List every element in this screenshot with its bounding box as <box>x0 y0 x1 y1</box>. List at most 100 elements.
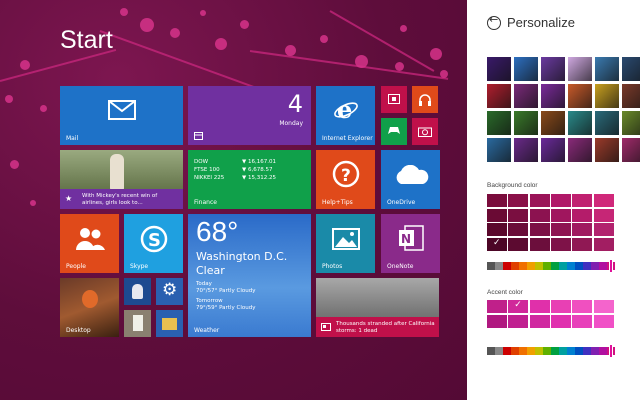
pattern-option[interactable] <box>622 111 640 135</box>
pattern-option[interactable] <box>487 57 511 81</box>
tile-music[interactable] <box>412 86 438 113</box>
color-swatch[interactable] <box>487 223 507 236</box>
color-swatch[interactable] <box>529 314 550 328</box>
color-swatch[interactable] <box>593 300 614 313</box>
tile-news[interactable]: Thousands stranded after California stor… <box>316 278 439 337</box>
tile-skype[interactable]: S Skype <box>124 214 183 273</box>
tile-folder[interactable] <box>156 310 183 337</box>
color-swatch[interactable] <box>550 300 571 313</box>
hue-segment[interactable] <box>599 262 607 270</box>
color-swatch[interactable] <box>550 237 571 251</box>
hue-segment[interactable] <box>503 347 511 355</box>
color-swatch[interactable] <box>487 208 507 222</box>
pattern-option[interactable] <box>622 57 640 81</box>
pattern-option[interactable] <box>487 111 511 135</box>
pattern-option[interactable] <box>541 111 565 135</box>
hue-segment[interactable] <box>503 262 511 270</box>
color-swatch[interactable] <box>572 223 593 236</box>
hue-segment[interactable] <box>551 262 559 270</box>
pattern-option[interactable] <box>541 138 565 162</box>
pattern-option[interactable] <box>514 57 538 81</box>
tile-finance[interactable]: DOW ▼ 16,167.01 FTSE 100 ▼ 6,678.57 NIKK… <box>188 150 311 209</box>
tile-store-account[interactable] <box>124 278 151 305</box>
pattern-option[interactable] <box>541 84 565 108</box>
color-swatch[interactable] <box>593 237 614 251</box>
color-swatch[interactable] <box>529 208 550 222</box>
pattern-option[interactable] <box>622 84 640 108</box>
hue-segment[interactable] <box>567 262 575 270</box>
tile-camera[interactable] <box>412 118 438 145</box>
color-swatch[interactable] <box>529 194 550 207</box>
tile-settings[interactable]: ⚙ <box>156 278 183 305</box>
tile-news-sports[interactable]: ★ With Mickey's recent win of airlines, … <box>60 150 183 209</box>
color-swatch[interactable] <box>572 208 593 222</box>
hue-segment[interactable] <box>535 347 543 355</box>
color-swatch[interactable] <box>572 237 593 251</box>
pattern-option[interactable] <box>595 84 619 108</box>
color-swatch[interactable] <box>508 223 529 236</box>
hue-segment[interactable] <box>511 347 519 355</box>
pattern-option[interactable] <box>595 111 619 135</box>
pattern-option[interactable] <box>487 84 511 108</box>
color-swatch[interactable] <box>529 237 550 251</box>
color-swatch[interactable] <box>487 300 507 313</box>
hue-segment[interactable] <box>575 262 583 270</box>
color-swatch[interactable] <box>593 194 614 207</box>
tile-games[interactable] <box>381 118 407 145</box>
hue-segment[interactable] <box>495 347 503 355</box>
hue-segment[interactable] <box>575 347 583 355</box>
hue-slider-thumb[interactable] <box>609 344 613 358</box>
tile-onedrive[interactable]: OneDrive <box>381 150 440 209</box>
color-swatch[interactable] <box>508 208 529 222</box>
tile-internet-explorer[interactable]: e Internet Explorer <box>316 86 375 145</box>
color-swatch[interactable] <box>550 208 571 222</box>
color-swatch[interactable] <box>593 223 614 236</box>
tile-file-explorer[interactable] <box>124 310 151 337</box>
pattern-option[interactable] <box>514 111 538 135</box>
back-arrow-icon[interactable] <box>487 13 501 30</box>
hue-segment[interactable] <box>487 262 495 270</box>
hue-segment[interactable] <box>567 347 575 355</box>
pattern-option[interactable] <box>568 138 592 162</box>
tile-weather[interactable]: 68° Washington D.C. Clear Today 70°/57° … <box>188 214 311 337</box>
color-swatch[interactable]: ✓ <box>487 237 507 251</box>
color-swatch[interactable] <box>529 300 550 313</box>
pattern-option[interactable] <box>514 84 538 108</box>
hue-segment[interactable] <box>599 347 607 355</box>
color-swatch[interactable] <box>593 208 614 222</box>
tile-calendar[interactable]: 4 Monday <box>188 86 311 145</box>
hue-segment[interactable] <box>535 262 543 270</box>
pattern-option[interactable] <box>595 138 619 162</box>
hue-segment[interactable] <box>527 347 535 355</box>
hue-segment[interactable] <box>511 262 519 270</box>
hue-segment[interactable] <box>527 262 535 270</box>
pattern-option[interactable] <box>568 57 592 81</box>
hue-segment[interactable] <box>551 347 559 355</box>
color-swatch[interactable] <box>572 194 593 207</box>
hue-segment[interactable] <box>543 262 551 270</box>
color-swatch[interactable] <box>550 314 571 328</box>
hue-segment[interactable] <box>583 262 591 270</box>
color-swatch[interactable] <box>508 314 529 328</box>
hue-segment[interactable] <box>543 347 551 355</box>
tile-desktop[interactable]: Desktop <box>60 278 119 337</box>
hue-segment[interactable] <box>591 262 599 270</box>
color-swatch[interactable] <box>529 223 550 236</box>
tile-help-tips[interactable]: ? Help+Tips <box>316 150 375 209</box>
tile-people[interactable]: People <box>60 214 119 273</box>
color-swatch[interactable] <box>508 194 529 207</box>
pattern-option[interactable] <box>595 57 619 81</box>
tile-photos[interactable]: Photos <box>316 214 375 273</box>
tile-onenote[interactable]: N OneNote <box>381 214 440 273</box>
pattern-option[interactable] <box>568 111 592 135</box>
hue-segment[interactable] <box>591 347 599 355</box>
color-swatch[interactable] <box>550 194 571 207</box>
hue-segment[interactable] <box>495 262 503 270</box>
tile-video[interactable] <box>381 86 407 113</box>
color-swatch[interactable] <box>572 314 593 328</box>
hue-segment[interactable] <box>487 347 495 355</box>
hue-segment[interactable] <box>559 347 567 355</box>
hue-segment[interactable] <box>583 347 591 355</box>
pattern-option[interactable] <box>568 84 592 108</box>
hue-segment[interactable] <box>519 262 527 270</box>
